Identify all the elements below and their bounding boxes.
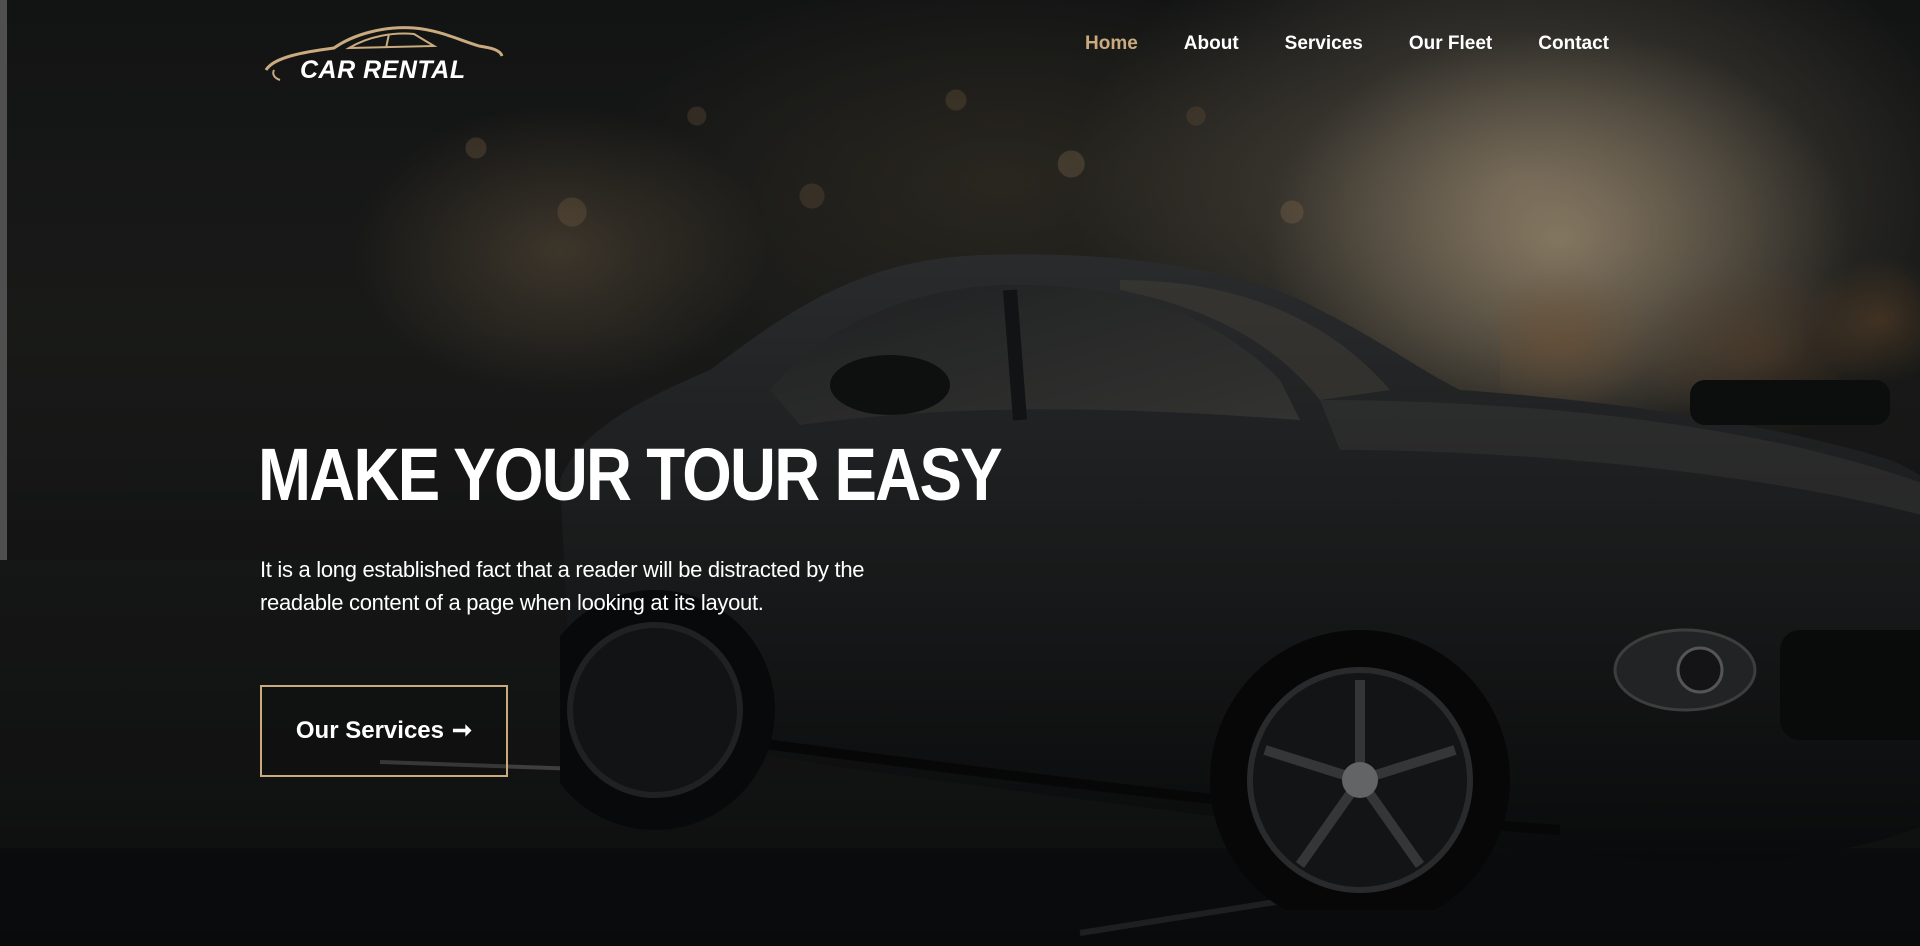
nav-item-contact[interactable]: Contact <box>1515 30 1632 58</box>
cta-label: Our Services <box>295 717 444 744</box>
hero-description: It is a long established fact that a rea… <box>260 557 865 615</box>
main-nav: Home About Services Our Fleet Contact <box>1062 30 1632 58</box>
nav-item-our-fleet[interactable]: Our Fleet <box>1386 30 1515 58</box>
brand-logo[interactable]: CAR RENTAL <box>264 22 504 92</box>
logo-text: CAR RENTAL <box>300 56 466 84</box>
hero-section: CAR RENTAL Home About Services Our Fleet… <box>0 0 1920 946</box>
arrow-right-icon: ➞ <box>451 717 473 744</box>
our-services-button[interactable]: Our Services ➞ <box>260 685 508 777</box>
nav-item-services[interactable]: Services <box>1262 30 1386 58</box>
nav-item-home[interactable]: Home <box>1062 30 1161 58</box>
site-header: CAR RENTAL Home About Services Our Fleet… <box>0 0 1920 110</box>
hero-title: MAKE YOUR TOUR EASY <box>258 433 1003 516</box>
nav-item-about[interactable]: About <box>1161 30 1262 58</box>
